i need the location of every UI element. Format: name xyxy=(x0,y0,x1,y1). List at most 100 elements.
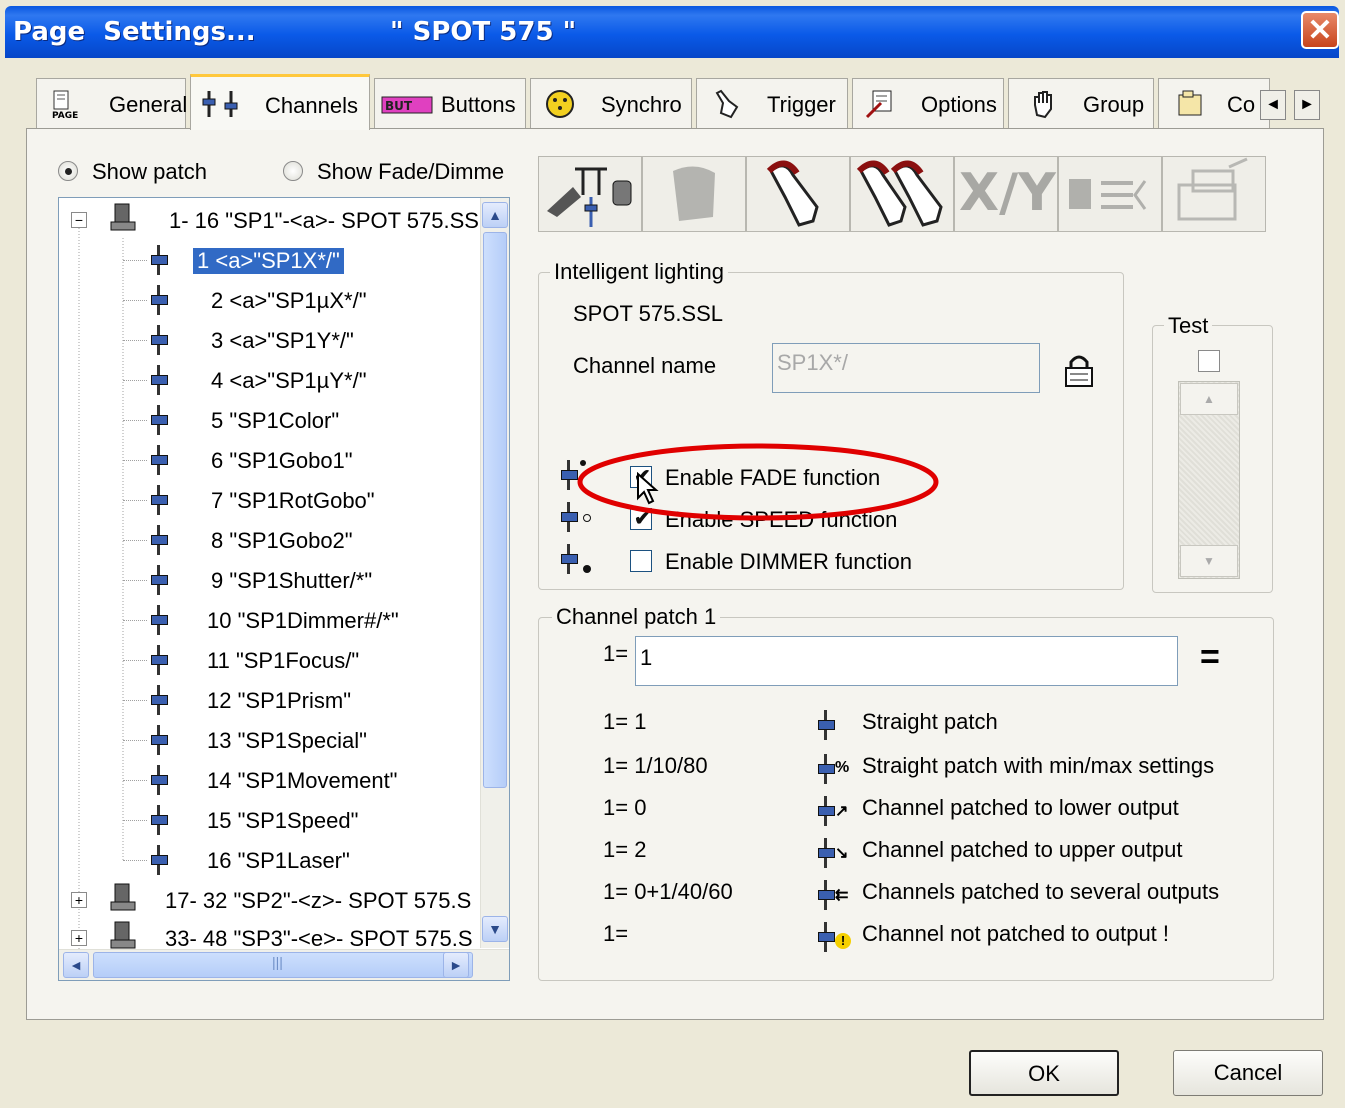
patch-example-description: Channel not patched to output ! xyxy=(862,921,1170,946)
xy-tool-button[interactable]: X/Y xyxy=(954,156,1058,232)
tree-channel-label: 4 <a>"SP1µY*/" xyxy=(211,368,367,393)
channel-name-field[interactable]: SP1X*/ xyxy=(772,343,1040,393)
fader-icon xyxy=(151,845,168,875)
tree-group-row[interactable]: + 17- 32 "SP2"-<z>- SPOT 575.S xyxy=(59,882,479,918)
scroll-left-button[interactable]: ◄ xyxy=(63,952,89,978)
horizontal-scroll-thumb[interactable]: ||| xyxy=(93,952,473,978)
tree-channel-label: 8 "SP1Gobo2" xyxy=(211,528,353,553)
test-slider-track[interactable]: ▲ ▼ xyxy=(1178,381,1240,579)
tree-channel-row[interactable]: 8 "SP1Gobo2" xyxy=(59,522,479,558)
fader-icon xyxy=(151,405,168,435)
upper-patch-icon xyxy=(818,838,835,868)
scroll-down-button[interactable]: ▼ xyxy=(482,916,508,942)
close-button[interactable]: ✕ xyxy=(1301,11,1339,49)
group-tool-button[interactable] xyxy=(1058,156,1162,232)
scroll-right-button[interactable]: ► xyxy=(443,952,469,978)
fader-icon xyxy=(151,365,168,395)
title-bar[interactable]: Page Settings... " SPOT 575 " ✕ xyxy=(5,6,1339,58)
tree-channel-label: 5 "SP1Color" xyxy=(211,408,340,433)
tree-channel-row[interactable]: 4 <a>"SP1µY*/" xyxy=(59,362,479,398)
tree-channel-row[interactable]: 7 "SP1RotGobo" xyxy=(59,482,479,518)
patch-input-value: 1 xyxy=(640,645,653,670)
tree-channel-label: 7 "SP1RotGobo" xyxy=(211,488,375,513)
minmax-patch-icon xyxy=(818,754,835,784)
show-patch-radio[interactable] xyxy=(58,161,78,181)
tree-connector xyxy=(123,460,147,461)
tree-channel-row[interactable]: 3 <a>"SP1Y*/" xyxy=(59,322,479,358)
show-fade-radio[interactable] xyxy=(283,161,303,181)
tree-channel-row[interactable]: 2 <a>"SP1µX*/" xyxy=(59,282,479,318)
vertical-scroll-thumb[interactable] xyxy=(483,232,507,788)
cancel-button[interactable]: Cancel xyxy=(1173,1050,1323,1096)
fixture-name: SPOT 575.SSL xyxy=(573,301,724,326)
tree-channel-label: 2 <a>"SP1µX*/" xyxy=(211,288,367,313)
tab-options-label: Options xyxy=(921,92,997,117)
tree-channel-label: 12 "SP1Prism" xyxy=(207,688,351,713)
slider-up-button[interactable]: ▲ xyxy=(1180,383,1238,415)
settings-tool-button[interactable] xyxy=(1162,156,1266,232)
channel-tree[interactable]: − 1- 16 "SP1"-<a>- SPOT 575.SS 1 <a>"SP1… xyxy=(58,197,510,981)
tree-horizontal-scrollbar[interactable]: ◄ ||| ► xyxy=(59,949,509,980)
tree-channel-row[interactable]: 1 <a>"SP1X*/" xyxy=(59,242,479,278)
scroll-up-button[interactable]: ▲ xyxy=(482,202,508,228)
tab-options[interactable]: Options xyxy=(852,78,1004,128)
patch-example-description: Channels patched to several outputs xyxy=(862,879,1220,904)
tree-channel-row[interactable]: 12 "SP1Prism" xyxy=(59,682,479,718)
tab-general[interactable]: PAGE General xyxy=(36,78,187,128)
straight-patch-icon xyxy=(818,710,835,740)
equals-button[interactable]: = xyxy=(1200,638,1220,677)
fader-icon xyxy=(151,605,168,635)
tree-channel-row[interactable]: 13 "SP1Special" xyxy=(59,722,479,758)
tree-channel-row[interactable]: 15 "SP1Speed" xyxy=(59,802,479,838)
page-icon: PAGE xyxy=(52,90,78,119)
fader-icon xyxy=(151,245,168,275)
tree-connector xyxy=(123,740,147,741)
tab-trigger[interactable]: Trigger xyxy=(696,78,848,128)
slider-down-button[interactable]: ▼ xyxy=(1180,545,1238,577)
double-hand-tool-button[interactable] xyxy=(850,156,954,232)
enable-dimmer-checkbox[interactable] xyxy=(630,550,652,572)
tree-channel-row[interactable]: 9 "SP1Shutter/*" xyxy=(59,562,479,598)
patch-example-code: 1= 1 xyxy=(603,709,647,734)
tree-group-label: 1- 16 "SP1"-<a>- SPOT 575.SS xyxy=(169,208,479,233)
test-checkbox[interactable] xyxy=(1198,350,1220,372)
tree-channel-row[interactable]: 10 "SP1Dimmer#/*" xyxy=(59,602,479,638)
tree-connector xyxy=(123,420,147,421)
tree-channel-row[interactable]: 14 "SP1Movement" xyxy=(59,762,479,798)
single-hand-tool-button[interactable] xyxy=(746,156,850,232)
tree-connector xyxy=(123,540,147,541)
lower-patch-icon xyxy=(818,796,835,826)
tree-connector xyxy=(123,340,147,341)
tab-channels[interactable]: Channels xyxy=(190,74,370,130)
expand-toggle[interactable]: + xyxy=(71,892,87,908)
tree-channel-row[interactable]: 5 "SP1Color" xyxy=(59,402,479,438)
fader-icon xyxy=(151,805,168,835)
tree-group-row[interactable]: − 1- 16 "SP1"-<a>- SPOT 575.SS xyxy=(59,202,479,238)
tree-connector xyxy=(123,300,147,301)
patch-tool-button[interactable] xyxy=(538,156,642,232)
tree-channel-row[interactable]: 6 "SP1Gobo1" xyxy=(59,442,479,478)
tab-scroll-left-button[interactable]: ◄ xyxy=(1260,90,1286,120)
tree-connector xyxy=(123,780,147,781)
tree-channel-row[interactable]: 16 "SP1Laser" xyxy=(59,842,479,878)
dimmer-fader-icon xyxy=(561,544,578,574)
tab-synchro[interactable]: Synchro xyxy=(530,78,692,128)
tab-scroll-right-button[interactable]: ► xyxy=(1294,90,1320,120)
expand-toggle[interactable]: + xyxy=(71,930,87,946)
head-tool-button[interactable] xyxy=(642,156,746,232)
lock-icon[interactable] xyxy=(1062,352,1096,388)
tree-connector xyxy=(123,500,147,501)
tree-channel-row[interactable]: 11 "SP1Focus/" xyxy=(59,642,479,678)
show-patch-label: Show patch xyxy=(92,159,207,184)
tab-group[interactable]: Group xyxy=(1008,78,1154,128)
synchro-icon xyxy=(546,90,574,118)
ok-button[interactable]: OK xyxy=(969,1050,1119,1096)
patch-example-suffix: ↗ xyxy=(835,803,849,820)
tab-co[interactable]: Co xyxy=(1158,78,1270,128)
tree-vertical-scrollbar[interactable]: ▲ ▼ xyxy=(480,198,509,948)
patch-input[interactable]: 1 xyxy=(635,636,1178,686)
collapse-toggle[interactable]: − xyxy=(71,212,87,228)
highlight-ellipse xyxy=(577,443,939,521)
tab-buttons[interactable]: BUT Buttons xyxy=(374,78,526,128)
patch-example-suffix: ! xyxy=(835,933,851,949)
